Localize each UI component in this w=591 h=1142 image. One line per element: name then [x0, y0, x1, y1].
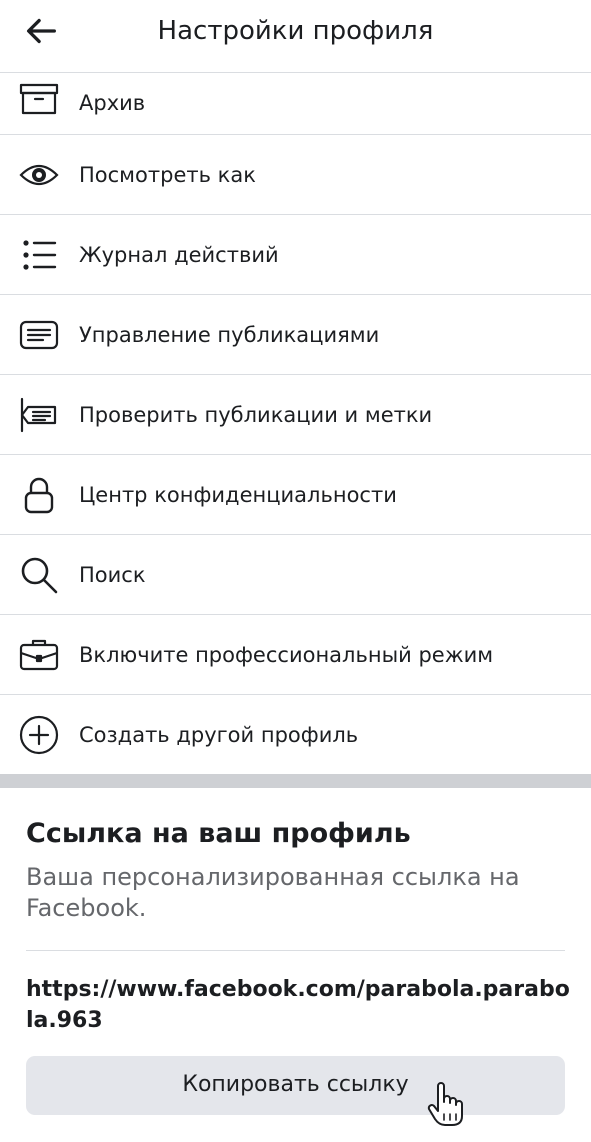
posts-icon: [18, 314, 60, 356]
copy-link-button[interactable]: Копировать ссылку: [26, 1056, 565, 1115]
divider: [26, 950, 565, 951]
lock-icon: [18, 474, 60, 516]
search-icon: [18, 554, 60, 596]
menu-item-privacy-center[interactable]: Центр конфиденциальности: [0, 455, 591, 535]
profile-url: https://www.facebook.com/parabola.parabo…: [26, 977, 570, 1033]
menu-item-label: Центр конфиденциальности: [79, 482, 397, 507]
menu-item-search[interactable]: Поиск: [0, 535, 591, 615]
menu-item-label: Включите профессиональный режим: [79, 642, 494, 667]
menu-item-professional-mode[interactable]: Включите профессиональный режим: [0, 615, 591, 695]
menu-item-label: Посмотреть как: [79, 162, 256, 187]
page-title: Настройки профиля: [157, 16, 434, 46]
plus-circle-icon: [18, 714, 60, 756]
menu-item-archive[interactable]: Архив: [0, 72, 591, 135]
profile-link-section: Ссылка на ваш профиль Ваша персонализиро…: [0, 788, 591, 1142]
menu-item-label: Проверить публикации и метки: [79, 402, 433, 427]
menu-item-view-as[interactable]: Посмотреть как: [0, 135, 591, 215]
section-title: Ссылка на ваш профиль: [26, 818, 411, 849]
copy-link-label: Копировать ссылку: [182, 1072, 409, 1097]
eye-icon: [18, 154, 60, 196]
menu-item-create-profile[interactable]: Создать другой профиль: [0, 695, 591, 775]
menu-item-activity-log[interactable]: Журнал действий: [0, 215, 591, 295]
review-posts-icon: [18, 394, 60, 436]
section-subtitle: Ваша персонализированная ссылка на Faceb…: [26, 863, 520, 922]
top-bar: Настройки профиля: [0, 0, 591, 73]
menu-item-label: Архив: [79, 91, 146, 115]
menu-item-label: Создать другой профиль: [79, 722, 359, 747]
settings-menu: Архив Посмотреть как Журнал действий Упр…: [0, 72, 591, 775]
briefcase-icon: [18, 634, 60, 676]
menu-item-label: Журнал действий: [79, 242, 279, 267]
menu-item-manage-posts[interactable]: Управление публикациями: [0, 295, 591, 375]
menu-item-label: Поиск: [79, 562, 146, 587]
list-icon: [18, 234, 60, 276]
section-separator: [0, 774, 591, 788]
menu-item-label: Управление публикациями: [79, 322, 380, 347]
archive-icon: [18, 82, 60, 124]
menu-item-review-posts[interactable]: Проверить публикации и метки: [0, 375, 591, 455]
